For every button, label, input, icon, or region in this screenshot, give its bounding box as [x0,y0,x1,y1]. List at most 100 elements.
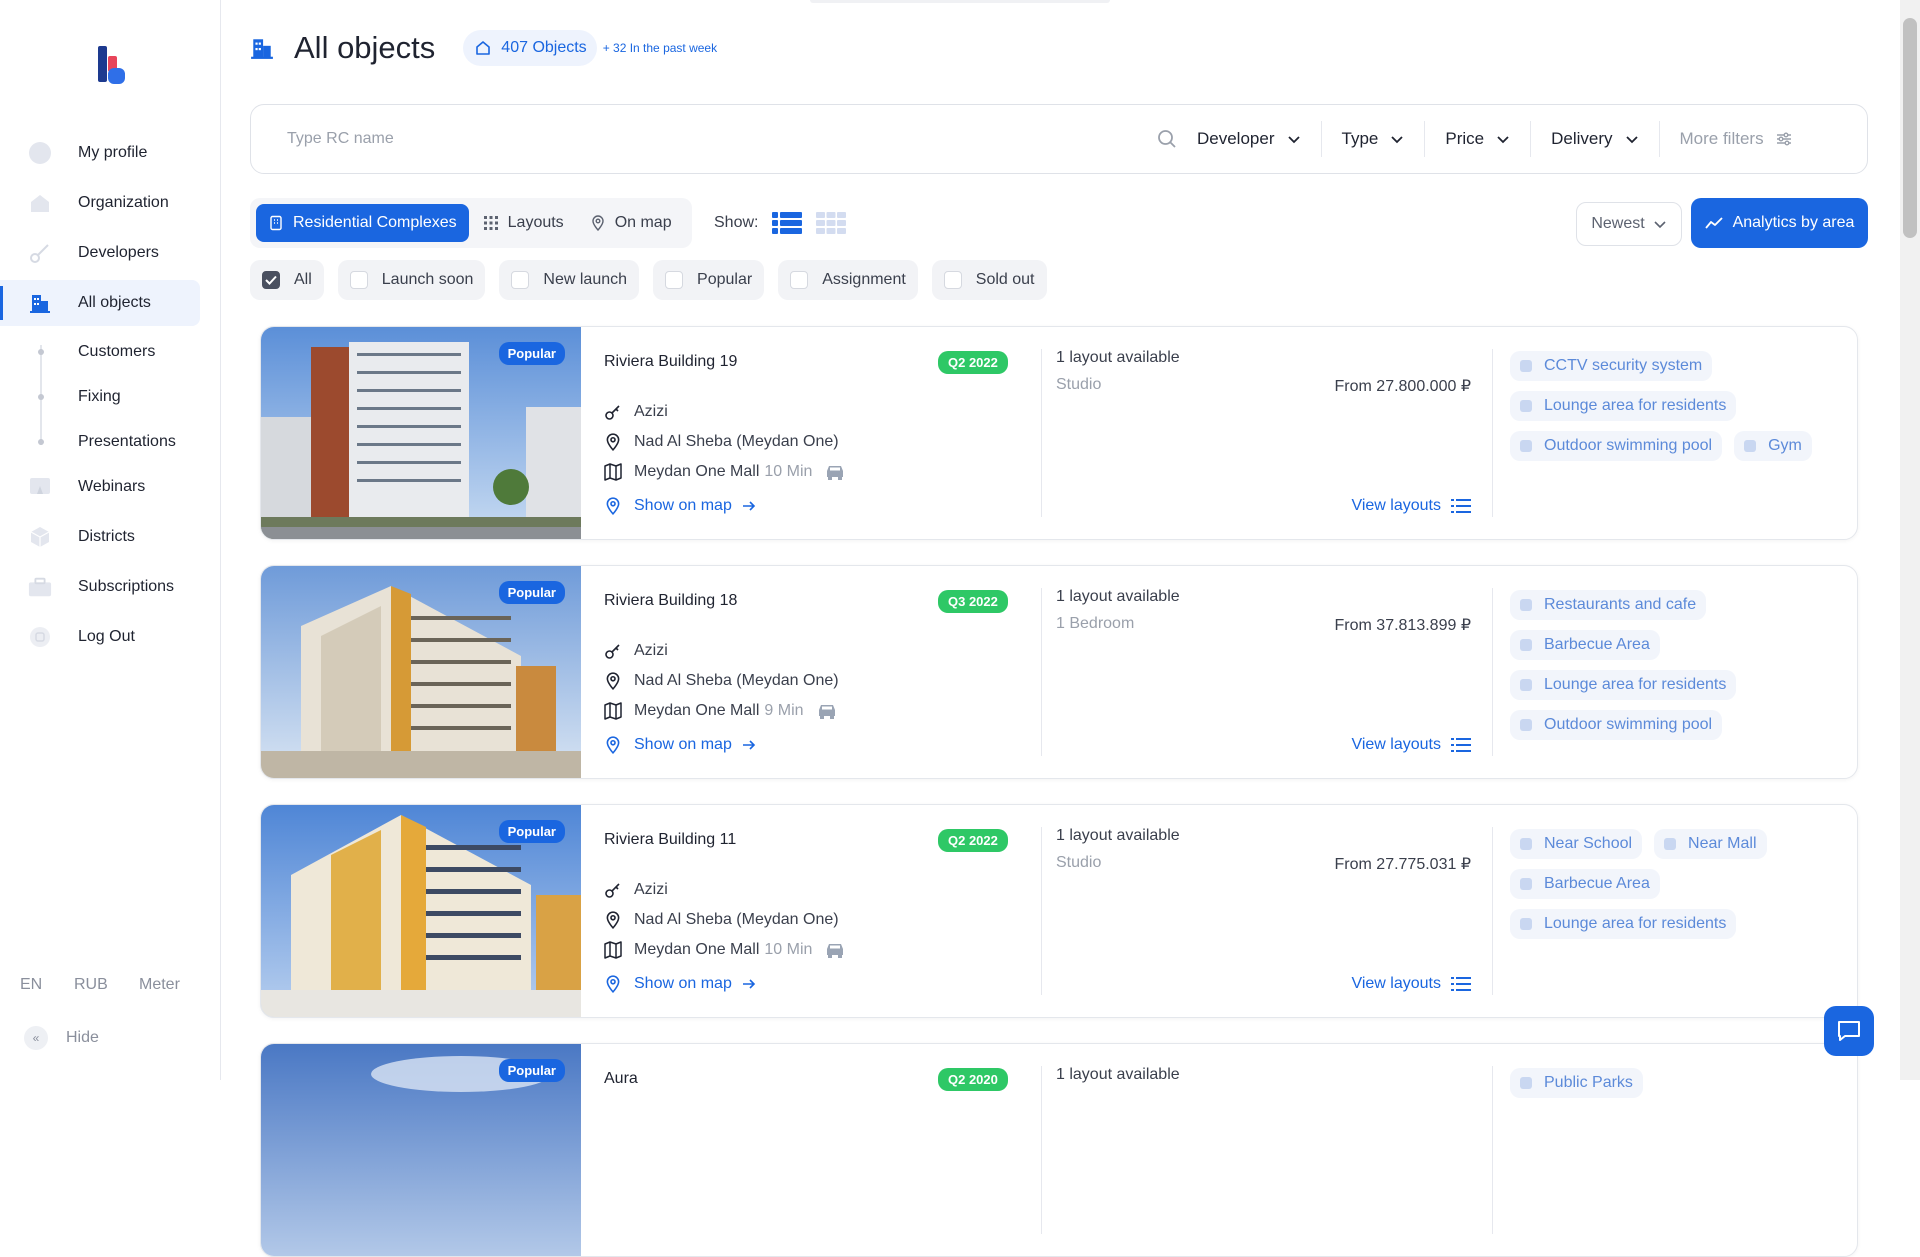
layouts-count: 1 layout available [1056,1066,1180,1083]
view-layouts-link[interactable]: View layouts [1351,975,1471,993]
hide-sidebar-button[interactable]: « Hide [24,1026,99,1050]
sofa-icon [1520,400,1532,412]
sidebar-item-organization[interactable]: Organization [0,180,200,226]
currency-selector[interactable]: RUB [74,976,108,994]
layout-type: 1 Bedroom [1056,615,1135,632]
cctv-icon [1520,360,1532,372]
object-title[interactable]: Riviera Building 19 [604,353,737,371]
amenity-tag: Near Mall [1654,829,1767,859]
cutlery-icon [1520,599,1532,611]
more-filters-button[interactable]: More filters [1658,121,1812,157]
delivery-quarter-badge: Q2 2022 [938,829,1008,852]
scrollbar-thumb[interactable] [1903,18,1917,238]
sidebar-item-developers[interactable]: Developers [0,230,200,276]
show-on-map-link[interactable]: Show on map [604,736,768,754]
key-icon [605,405,620,420]
building-photo[interactable]: Popular [261,1044,581,1256]
view-layouts-link[interactable]: View layouts [1351,736,1471,754]
show-on-map-link[interactable]: Show on map [604,497,768,515]
type-filter[interactable]: Type [1320,121,1425,157]
user-icon [28,141,52,165]
status-filter-chips: All Launch soon New launch Popular Assig… [250,260,1061,300]
key-icon [605,883,620,898]
object-card[interactable]: Popular Riviera Building 11 Q2 2022 Aziz… [260,804,1858,1018]
landmark-row: Meydan One Mall 10 Min [604,461,858,483]
analytics-by-area-button[interactable]: Analytics by area [1691,198,1868,248]
sort-dropdown[interactable]: Newest [1576,202,1682,246]
sidebar-subitem-fixing[interactable]: Fixing [0,377,200,417]
chip-assignment[interactable]: Assignment [778,260,918,300]
amenity-tag: Lounge area for residents [1510,391,1737,421]
language-selector[interactable]: EN [20,976,42,994]
tab-layouts[interactable]: Layouts [471,204,576,242]
object-title[interactable]: Aura [604,1070,638,1088]
amenities-list: Near School Near Mall Barbecue Area Loun… [1510,829,1840,949]
grid-view-icon[interactable] [816,211,847,235]
amenity-tag: Gym [1734,431,1812,461]
chat-button[interactable] [1824,1006,1874,1056]
developer-row: Azizi [604,879,668,901]
amenities-list: Public Parks [1510,1068,1840,1108]
price-from: From 27.775.031 ₽ [1334,856,1471,873]
price-filter[interactable]: Price [1424,121,1530,157]
amenity-tag: Barbecue Area [1510,630,1660,660]
sliders-icon [1776,132,1791,146]
amenity-tag: Lounge area for residents [1510,909,1737,939]
chip-sold-out[interactable]: Sold out [931,260,1047,300]
weekly-change-text: + 32 In the past week [602,41,718,55]
amenity-tag: Lounge area for residents [1510,670,1737,700]
list-icon [1451,499,1471,513]
tab-residential-complexes[interactable]: Residential Complexes [256,204,469,242]
object-card[interactable]: Popular Riviera Building 19 Q2 2022 Aziz… [260,326,1858,540]
building-photo[interactable]: Popular [261,327,581,539]
sidebar-item-log-out[interactable]: Log Out [0,614,200,660]
sidebar-subitem-customers[interactable]: Customers [0,332,200,372]
sidebar-item-all-objects[interactable]: All objects [0,280,200,326]
layout-type: Studio [1056,854,1102,871]
sidebar: My profile Organization Developers All o… [0,0,221,1080]
object-card[interactable]: Popular Aura Q2 2020 1 layout available … [260,1043,1858,1257]
object-title[interactable]: Riviera Building 11 [604,831,736,849]
landmark-row: Meydan One Mall 10 Min [604,939,858,961]
object-title[interactable]: Riviera Building 18 [604,592,737,610]
view-layouts-link[interactable]: View layouts [1351,497,1471,515]
sidebar-item-subscriptions[interactable]: Subscriptions [0,564,200,610]
units-selector[interactable]: Meter [139,976,180,994]
chevron-down-icon [1391,136,1403,144]
car-icon [818,705,835,719]
layouts-count: 1 layout available [1056,588,1180,605]
arrow-right-icon [742,740,755,750]
chevron-down-icon [1625,136,1638,144]
search-icon[interactable] [1157,129,1177,149]
sidebar-item-webinars[interactable]: Webinars [0,464,200,510]
chip-new-launch[interactable]: New launch [499,260,640,300]
developer-row: Azizi [604,640,668,662]
sidebar-item-my-profile[interactable]: My profile [0,130,200,176]
chip-launch-soon[interactable]: Launch soon [337,260,486,300]
search-input[interactable] [287,130,1147,148]
list-view-icon[interactable] [772,211,803,235]
developer-filter[interactable]: Developer [1189,121,1321,157]
layouts-count: 1 layout available [1056,349,1180,366]
amenity-tag: CCTV security system [1510,351,1713,381]
cube-icon [28,525,52,549]
object-card[interactable]: Popular Riviera Building 18 Q3 2022 Aziz… [260,565,1858,779]
park-icon [1520,1077,1532,1089]
checkbox-icon [943,271,962,289]
chip-all[interactable]: All [250,260,324,300]
building-photo[interactable]: Popular [261,566,581,778]
chip-popular[interactable]: Popular [653,260,765,300]
location-pin-icon [606,497,620,515]
delivery-filter[interactable]: Delivery [1530,121,1658,157]
logo-icon[interactable] [96,46,128,86]
car-icon [827,466,844,480]
page-header: All objects 407 Objects + 32 In the past… [250,28,717,68]
building-photo[interactable]: Popular [261,805,581,1017]
sidebar-item-districts[interactable]: Districts [0,514,200,560]
sidebar-subitem-presentations[interactable]: Presentations [0,422,200,462]
amenity-tag: Restaurants and cafe [1510,590,1707,620]
double-chevron-left-icon: « [24,1026,48,1050]
show-on-map-link[interactable]: Show on map [604,975,768,993]
tab-on-map[interactable]: On map [578,204,684,242]
amenity-tag: Barbecue Area [1510,869,1660,899]
